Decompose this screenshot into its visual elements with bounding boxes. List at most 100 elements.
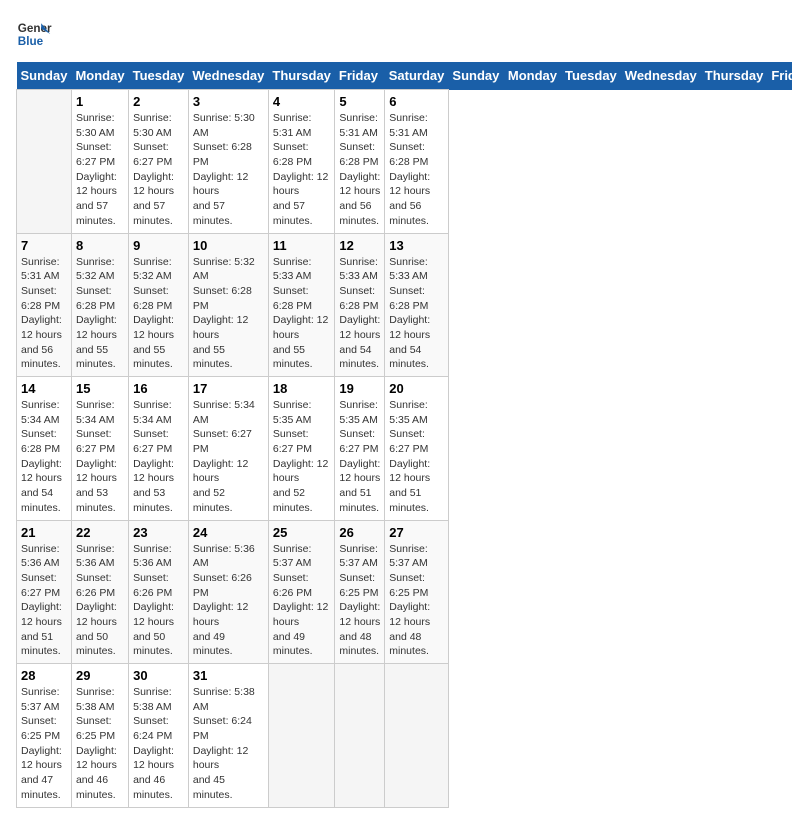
day-info: Sunrise: 5:33 AMSunset: 6:28 PMDaylight:… [273,255,331,373]
day-number: 12 [339,238,380,253]
day-number: 3 [193,94,264,109]
day-number: 18 [273,381,331,396]
calendar-cell: 14 Sunrise: 5:34 AMSunset: 6:28 PMDayligh… [17,377,72,521]
day-number: 22 [76,525,124,540]
calendar-cell [335,664,385,808]
day-info: Sunrise: 5:33 AMSunset: 6:28 PMDaylight:… [389,255,444,373]
svg-text:Blue: Blue [18,35,44,48]
day-number: 10 [193,238,264,253]
day-info: Sunrise: 5:32 AMSunset: 6:28 PMDaylight:… [76,255,124,373]
calendar-cell: 8 Sunrise: 5:32 AMSunset: 6:28 PMDaylight… [71,233,128,377]
calendar-cell: 30 Sunrise: 5:38 AMSunset: 6:24 PMDayligh… [129,664,189,808]
day-number: 14 [21,381,67,396]
calendar-week-3: 14 Sunrise: 5:34 AMSunset: 6:28 PMDayligh… [17,377,792,521]
day-info: Sunrise: 5:36 AMSunset: 6:27 PMDaylight:… [21,542,67,660]
day-number: 25 [273,525,331,540]
day-number: 9 [133,238,184,253]
day-info: Sunrise: 5:35 AMSunset: 6:27 PMDaylight:… [273,398,331,516]
day-info: Sunrise: 5:38 AMSunset: 6:24 PMDaylight:… [133,685,184,803]
column-header-friday: Friday [767,62,792,90]
day-number: 23 [133,525,184,540]
calendar-cell: 28 Sunrise: 5:37 AMSunset: 6:25 PMDayligh… [17,664,72,808]
calendar-cell: 6 Sunrise: 5:31 AMSunset: 6:28 PMDaylight… [385,90,449,234]
day-info: Sunrise: 5:31 AMSunset: 6:28 PMDaylight:… [339,111,380,229]
day-info: Sunrise: 5:35 AMSunset: 6:27 PMDaylight:… [389,398,444,516]
calendar-cell: 9 Sunrise: 5:32 AMSunset: 6:28 PMDaylight… [129,233,189,377]
calendar-cell: 7 Sunrise: 5:31 AMSunset: 6:28 PMDaylight… [17,233,72,377]
calendar-cell: 31Sunrise: 5:38 AMSunset: 6:24 PMDayligh… [188,664,268,808]
day-number: 24 [193,525,264,540]
day-info: Sunrise: 5:34 AMSunset: 6:27 PMDaylight:… [193,398,264,516]
calendar-week-4: 21 Sunrise: 5:36 AMSunset: 6:27 PMDayligh… [17,520,792,664]
day-info: Sunrise: 5:30 AMSunset: 6:27 PMDaylight:… [76,111,124,229]
day-info: Sunrise: 5:34 AMSunset: 6:27 PMDaylight:… [76,398,124,516]
calendar-table: SundayMondayTuesdayWednesdayThursdayFrid… [16,62,792,808]
day-number: 21 [21,525,67,540]
day-info: Sunrise: 5:37 AMSunset: 6:25 PMDaylight:… [339,542,380,660]
calendar-cell: 18 Sunrise: 5:35 AMSunset: 6:27 PMDayligh… [268,377,335,521]
day-number: 6 [389,94,444,109]
calendar-cell [385,664,449,808]
calendar-cell: 26 Sunrise: 5:37 AMSunset: 6:25 PMDayligh… [335,520,385,664]
day-number: 15 [76,381,124,396]
calendar-cell: 3 Sunrise: 5:30 AMSunset: 6:28 PMDaylight… [188,90,268,234]
calendar-cell: 4 Sunrise: 5:31 AMSunset: 6:28 PMDaylight… [268,90,335,234]
day-info: Sunrise: 5:38 AMSunset: 6:24 PMDaylight:… [193,685,264,803]
column-header-thursday: Thursday [268,62,335,90]
day-number: 16 [133,381,184,396]
day-number: 17 [193,381,264,396]
calendar-cell: 25Sunrise: 5:37 AMSunset: 6:26 PMDayligh… [268,520,335,664]
day-info: Sunrise: 5:31 AMSunset: 6:28 PMDaylight:… [389,111,444,229]
calendar-cell: 11 Sunrise: 5:33 AMSunset: 6:28 PMDayligh… [268,233,335,377]
day-number: 7 [21,238,67,253]
day-number: 20 [389,381,444,396]
column-header-sunday: Sunday [448,62,503,90]
column-header-saturday: Saturday [385,62,449,90]
day-info: Sunrise: 5:30 AMSunset: 6:27 PMDaylight:… [133,111,184,229]
day-number: 28 [21,668,67,683]
calendar-cell [268,664,335,808]
calendar-cell: 16 Sunrise: 5:34 AMSunset: 6:27 PMDayligh… [129,377,189,521]
day-info: Sunrise: 5:37 AMSunset: 6:25 PMDaylight:… [21,685,67,803]
day-number: 1 [76,94,124,109]
page-header: General Blue [16,16,776,52]
calendar-cell: 19Sunrise: 5:35 AMSunset: 6:27 PMDayligh… [335,377,385,521]
day-number: 26 [339,525,380,540]
day-info: Sunrise: 5:36 AMSunset: 6:26 PMDaylight:… [76,542,124,660]
day-number: 30 [133,668,184,683]
logo-icon: General Blue [16,16,52,52]
day-info: Sunrise: 5:33 AMSunset: 6:28 PMDaylight:… [339,255,380,373]
calendar-cell: 12 Sunrise: 5:33 AMSunset: 6:28 PMDayligh… [335,233,385,377]
day-number: 13 [389,238,444,253]
day-info: Sunrise: 5:36 AMSunset: 6:26 PMDaylight:… [133,542,184,660]
calendar-cell: 23 Sunrise: 5:36 AMSunset: 6:26 PMDayligh… [129,520,189,664]
day-info: Sunrise: 5:36 AMSunset: 6:26 PMDaylight:… [193,542,264,660]
day-number: 8 [76,238,124,253]
column-header-wednesday: Wednesday [621,62,701,90]
day-number: 19 [339,381,380,396]
day-number: 11 [273,238,331,253]
day-info: Sunrise: 5:31 AMSunset: 6:28 PMDaylight:… [21,255,67,373]
day-number: 2 [133,94,184,109]
calendar-cell: 2 Sunrise: 5:30 AMSunset: 6:27 PMDaylight… [129,90,189,234]
day-number: 27 [389,525,444,540]
day-info: Sunrise: 5:38 AMSunset: 6:25 PMDaylight:… [76,685,124,803]
column-header-friday: Friday [335,62,385,90]
calendar-week-1: 1 Sunrise: 5:30 AMSunset: 6:27 PMDaylight… [17,90,792,234]
calendar-cell: 17 Sunrise: 5:34 AMSunset: 6:27 PMDayligh… [188,377,268,521]
day-number: 29 [76,668,124,683]
logo: General Blue [16,16,52,52]
day-info: Sunrise: 5:34 AMSunset: 6:27 PMDaylight:… [133,398,184,516]
svg-text:General: General [18,22,52,35]
calendar-cell: 24 Sunrise: 5:36 AMSunset: 6:26 PMDayligh… [188,520,268,664]
day-info: Sunrise: 5:32 AMSunset: 6:28 PMDaylight:… [193,255,264,373]
day-info: Sunrise: 5:32 AMSunset: 6:28 PMDaylight:… [133,255,184,373]
day-info: Sunrise: 5:34 AMSunset: 6:28 PMDaylight:… [21,398,67,516]
calendar-cell: 1 Sunrise: 5:30 AMSunset: 6:27 PMDaylight… [71,90,128,234]
day-number: 4 [273,94,331,109]
column-header-thursday: Thursday [701,62,768,90]
column-header-monday: Monday [71,62,128,90]
day-info: Sunrise: 5:30 AMSunset: 6:28 PMDaylight:… [193,111,264,229]
calendar-cell: 20 Sunrise: 5:35 AMSunset: 6:27 PMDayligh… [385,377,449,521]
day-info: Sunrise: 5:31 AMSunset: 6:28 PMDaylight:… [273,111,331,229]
